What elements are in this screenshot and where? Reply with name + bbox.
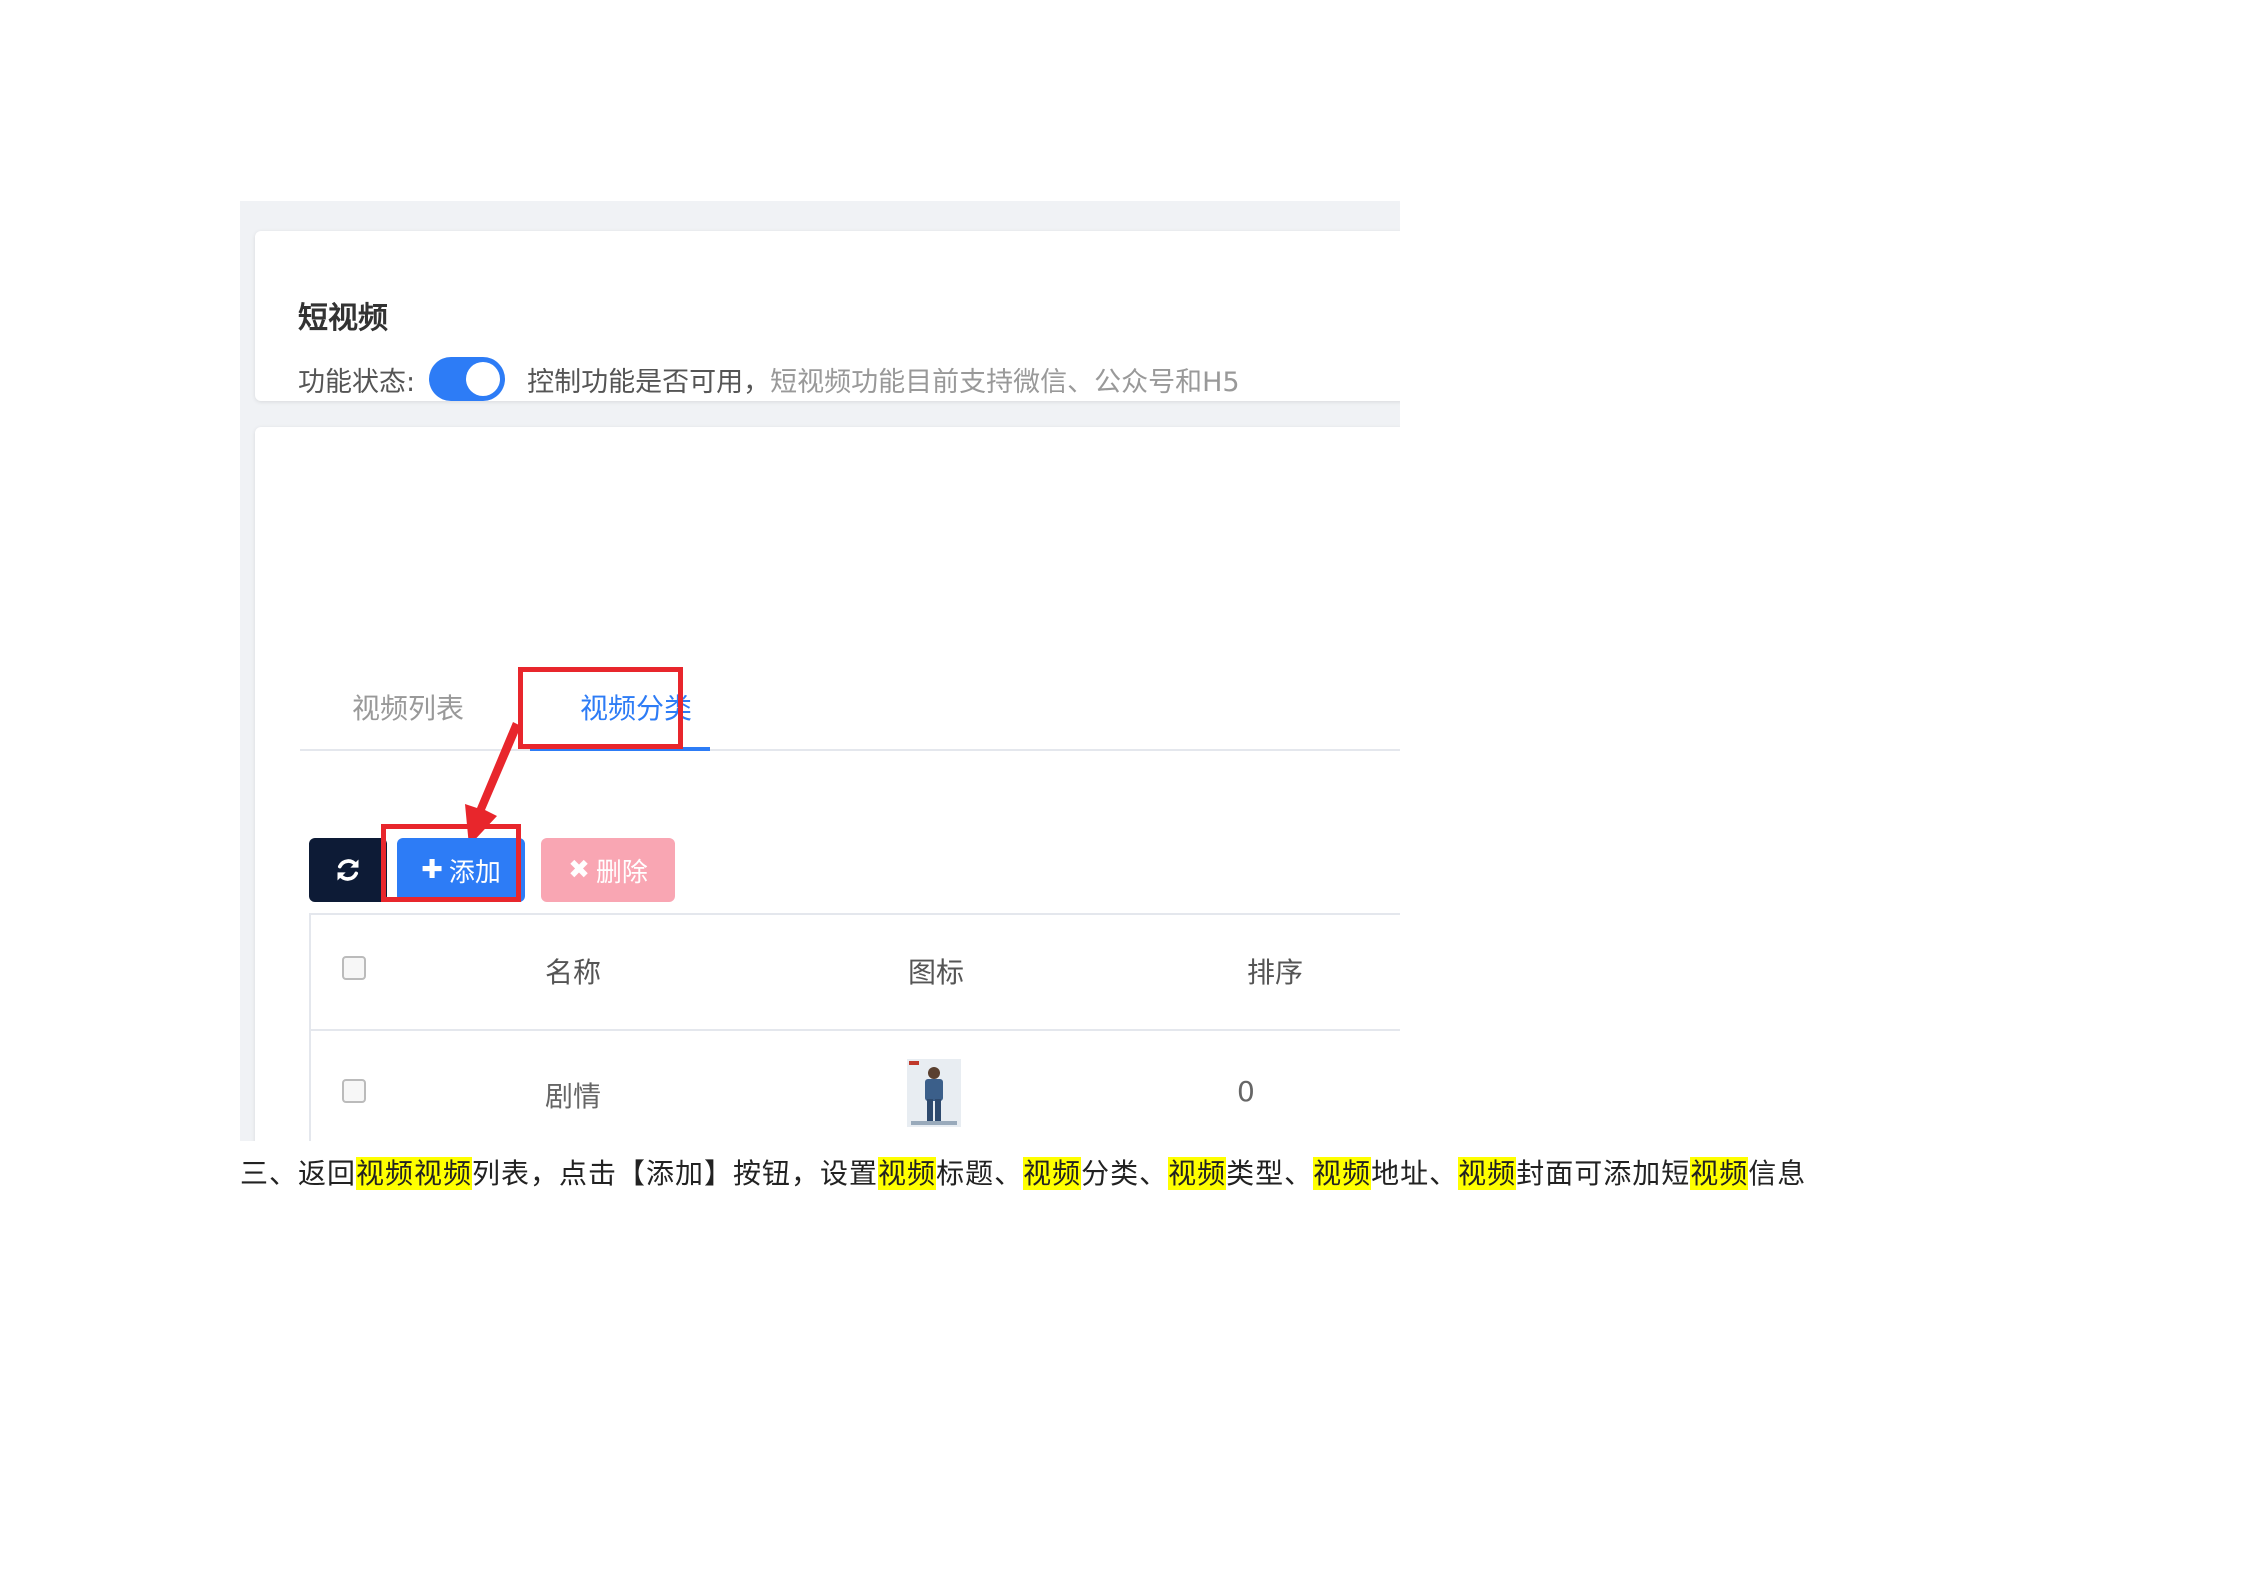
caption-text: 分类、 — [1081, 1157, 1169, 1190]
feature-status-card: 短视频 功能状态: 控制功能是否可用， 短视频功能目前支持微信、公众号和H5 — [255, 231, 1400, 401]
caption-text: 封面可添加短 — [1516, 1157, 1691, 1190]
caption-text: 三、返回 — [240, 1157, 357, 1190]
category-table: 名称 图标 排序 剧情 0 娱乐 — [309, 913, 1400, 1141]
page-title: 短视频 — [298, 301, 388, 336]
caption-highlight: 视频 — [1313, 1157, 1372, 1190]
header-sort: 排序 — [1247, 956, 1304, 989]
toggle-knob — [466, 362, 501, 396]
caption-highlight: 视频 — [1023, 1157, 1082, 1190]
tab-video-list[interactable]: 视频列表 — [352, 687, 464, 727]
thumbnail-person-standing-icon — [907, 1059, 961, 1127]
row-checkbox[interactable] — [342, 1079, 366, 1103]
screenshot-panel: 短视频 功能状态: 控制功能是否可用， 短视频功能目前支持微信、公众号和H5 视… — [240, 201, 1400, 1141]
status-label: 功能状态: — [298, 366, 416, 398]
caption-text: 信息 — [1748, 1157, 1807, 1190]
caption-highlight: 视频视频 — [356, 1157, 473, 1190]
hint-primary: 控制功能是否可用， — [527, 366, 771, 398]
table-header: 名称 图标 排序 — [311, 915, 1400, 1031]
caption-highlight: 视频 — [1690, 1157, 1749, 1190]
row-name: 剧情 — [545, 1080, 602, 1113]
close-icon: ✖ — [568, 855, 590, 885]
feature-toggle[interactable] — [429, 357, 506, 401]
annotation-box-tab — [518, 667, 683, 749]
caption-text: 类型、 — [1226, 1157, 1314, 1190]
annotation-box-add — [381, 824, 521, 902]
hint-secondary: 短视频功能目前支持微信、公众号和H5 — [770, 366, 1240, 398]
status-row: 功能状态: 控制功能是否可用， 短视频功能目前支持微信、公众号和H5 — [298, 357, 1240, 401]
caption-text: 标题、 — [936, 1157, 1024, 1190]
select-all-checkbox[interactable] — [342, 956, 366, 980]
refresh-button[interactable] — [309, 838, 387, 902]
caption-text: 列表，点击【添加】按钮，设置 — [472, 1157, 879, 1190]
row-sort: 0 — [1237, 1075, 1255, 1108]
category-card: 视频列表 视频分类 ✚ 添加 ✖ 删除 名称 图标 排序 剧情 0 — [255, 427, 1400, 1141]
instruction-caption: 三、返回视频视频列表，点击【添加】按钮，设置视频标题、视频分类、视频类型、视频地… — [240, 1152, 1806, 1192]
header-icon: 图标 — [908, 956, 965, 989]
refresh-icon — [337, 859, 359, 881]
delete-button[interactable]: ✖ 删除 — [541, 838, 675, 902]
caption-highlight: 视频 — [1458, 1157, 1517, 1190]
table-row[interactable]: 剧情 0 — [311, 1031, 1400, 1141]
caption-text: 地址、 — [1371, 1157, 1459, 1190]
delete-button-label: 删除 — [595, 857, 648, 888]
header-name: 名称 — [545, 956, 602, 989]
caption-highlight: 视频 — [1168, 1157, 1227, 1190]
caption-highlight: 视频 — [878, 1157, 937, 1190]
tab-bar: 视频列表 视频分类 — [300, 427, 1400, 751]
